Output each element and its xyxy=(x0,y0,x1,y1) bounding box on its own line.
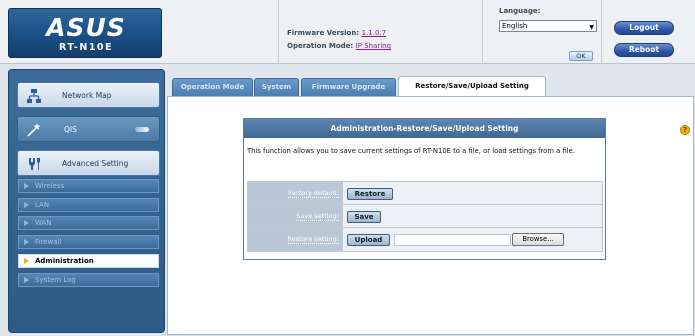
progress-dots-icon xyxy=(135,127,149,132)
language-select[interactable]: English ▼ xyxy=(499,20,597,32)
sidebar-subitem-label: Wireless xyxy=(35,182,65,190)
triangle-right-icon xyxy=(24,239,29,245)
panel-title: Administration-Restore/Save/Upload Setti… xyxy=(244,119,605,138)
tab-restore-save-upload[interactable]: Restore/Save/Upload Setting xyxy=(398,76,546,96)
reboot-button[interactable]: Reboot xyxy=(614,43,674,57)
restore-button[interactable]: Restore xyxy=(347,188,393,200)
sidebar-item-firewall[interactable]: Firewall xyxy=(18,235,159,249)
qis-wand-icon xyxy=(27,123,41,137)
network-map-icon xyxy=(27,89,41,103)
operation-mode-link[interactable]: IP Sharing xyxy=(356,42,391,50)
table-row: Factory default: Restore xyxy=(248,182,602,205)
factory-default-value: Restore xyxy=(343,182,602,204)
restore-setting-value: Upload Browse... xyxy=(343,228,602,251)
help-icon[interactable]: ? xyxy=(680,125,690,135)
logout-button[interactable]: Logout xyxy=(614,21,674,35)
triangle-right-icon xyxy=(24,183,29,189)
firmware-version-label: Firmware Version: xyxy=(287,29,360,37)
advanced-setting-icon xyxy=(29,158,40,170)
file-path-input[interactable] xyxy=(394,234,511,246)
browse-button[interactable]: Browse... xyxy=(512,233,564,246)
tab-operation-mode[interactable]: Operation Mode xyxy=(172,78,253,96)
sidebar: Network Map QIS Advanced Setting Wireles… xyxy=(8,69,165,333)
sidebar-item-label: QIS xyxy=(64,125,77,134)
triangle-right-icon xyxy=(24,220,29,226)
upload-button[interactable]: Upload xyxy=(347,234,390,246)
firmware-info: Firmware Version: 1.1.0.7 Operation Mode… xyxy=(278,0,483,64)
settings-box: Administration-Restore/Save/Upload Setti… xyxy=(243,118,606,260)
sidebar-item-label: Advanced Setting xyxy=(62,159,129,168)
language-selected-value: English xyxy=(502,22,528,30)
tab-firmware-upgrade[interactable]: Firmware Upgrade xyxy=(301,78,396,96)
triangle-right-icon xyxy=(24,277,29,283)
header: ASUS RT-N10E Firmware Version: 1.1.0.7 O… xyxy=(0,0,695,64)
save-button[interactable]: Save xyxy=(347,211,381,223)
sidebar-item-qis[interactable]: QIS xyxy=(17,116,160,142)
triangle-right-icon xyxy=(24,202,29,208)
firmware-version: Firmware Version: 1.1.0.7 xyxy=(287,29,386,37)
factory-default-label: Factory default: xyxy=(248,182,343,204)
sidebar-item-wan[interactable]: WAN xyxy=(18,216,159,230)
sidebar-subitem-label: WAN xyxy=(35,219,52,227)
language-label: Language: xyxy=(499,7,541,15)
sidebar-item-lan[interactable]: LAN xyxy=(18,198,159,212)
asus-logo: ASUS RT-N10E xyxy=(8,8,162,58)
sidebar-subitem-label: System Log xyxy=(35,276,76,284)
panel-description: This function allows you to save current… xyxy=(247,147,575,155)
sidebar-subitem-label: LAN xyxy=(35,201,50,209)
sidebar-item-system-log[interactable]: System Log xyxy=(18,273,159,287)
sidebar-item-administration[interactable]: Administration xyxy=(18,254,159,268)
restore-setting-label: Restore setting: xyxy=(248,228,343,251)
sidebar-item-network-map[interactable]: Network Map xyxy=(17,82,160,108)
firmware-version-link[interactable]: 1.1.0.7 xyxy=(362,29,387,37)
settings-table: Factory default: Restore Save setting: S… xyxy=(247,181,603,252)
triangle-right-icon xyxy=(24,258,29,264)
sidebar-item-label: Network Map xyxy=(62,91,112,100)
operation-mode-label: Operation Mode: xyxy=(287,42,354,50)
ok-button[interactable]: OK xyxy=(569,51,593,61)
operation-mode: Operation Mode: IP Sharing xyxy=(287,42,391,50)
model-name: RT-N10E xyxy=(58,42,114,53)
sidebar-subitem-label: Firewall xyxy=(35,238,62,246)
chevron-down-icon: ▼ xyxy=(589,24,594,31)
sidebar-item-advanced-setting[interactable]: Advanced Setting xyxy=(17,150,160,176)
save-setting-label: Save setting: xyxy=(248,205,343,227)
sidebar-item-wireless[interactable]: Wireless xyxy=(18,179,159,193)
language-box: Language: English ▼ OK xyxy=(484,0,602,64)
advanced-submenu: Wireless LAN WAN Firewall Administration… xyxy=(18,179,159,287)
table-row: Save setting: Save xyxy=(248,205,602,228)
logo-text: ASUS xyxy=(46,13,126,42)
table-row: Restore setting: Upload Browse... xyxy=(248,228,602,251)
save-setting-value: Save xyxy=(343,205,602,227)
sidebar-subitem-label: Administration xyxy=(35,257,94,265)
content-panel: ? Administration-Restore/Save/Upload Set… xyxy=(167,96,694,335)
tab-system[interactable]: System xyxy=(254,78,299,96)
tab-bar: Operation Mode System Firmware Upgrade R… xyxy=(170,69,687,96)
